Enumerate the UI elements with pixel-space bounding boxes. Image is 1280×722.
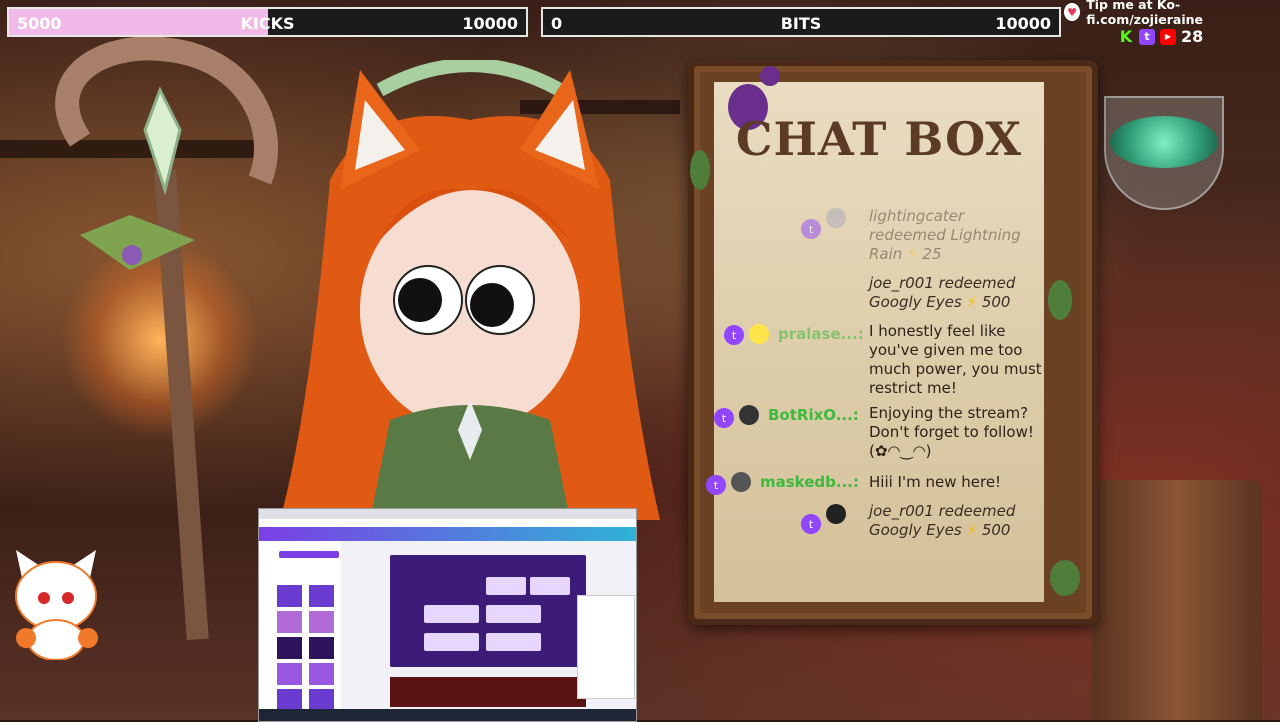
browser-address-bar <box>259 519 636 527</box>
kofi-tip-banner: ♥ Tip me at Ko-fi.com/zojieraine <box>1064 0 1276 27</box>
twitch-badge-icon: t <box>714 408 734 428</box>
green-orbs <box>1110 116 1218 168</box>
screen-share-window <box>258 508 637 722</box>
twitch-badge-icon: t <box>706 475 726 495</box>
redeem-line: joe_r001 redeemed <box>869 502 1016 520</box>
twitch-badge-icon: t <box>724 325 744 345</box>
editor-top-bar <box>259 527 636 541</box>
template-thumbnail <box>309 689 334 711</box>
chat-username: maskedb...: <box>760 473 859 491</box>
template-thumbnail <box>277 663 302 685</box>
chat-message-redeem: joe_r001 redeemed Googly Eyes ⚡ 500 <box>869 274 1015 312</box>
redeem-line: redeemed Lightning <box>869 226 1021 244</box>
redeem-reward: Rain <box>869 245 903 263</box>
redeem-line: lightingcater <box>869 207 965 225</box>
youtube-icon: ▶ <box>1160 28 1176 45</box>
schedule-card <box>530 577 570 595</box>
chat-username: pralase...: <box>778 325 864 343</box>
user-avatar <box>731 472 751 492</box>
kick-icon: K <box>1119 27 1133 46</box>
lightning-icon: ⚡ <box>907 245 918 263</box>
chat-line: much power, you must <box>869 360 1042 378</box>
twitch-badge-icon: t <box>801 514 821 534</box>
schedule-card <box>486 605 541 623</box>
chat-line: Enjoying the stream? <box>869 404 1029 422</box>
viewer-count: 28 <box>1181 27 1204 46</box>
grapes-decoration <box>760 66 780 86</box>
schedule-card <box>424 605 479 623</box>
template-thumbnail <box>277 637 302 659</box>
chat-message-redeem: joe_r001 redeemed Googly Eyes ⚡ 500 <box>869 502 1015 540</box>
fox-mascot-sticker <box>15 550 98 660</box>
user-avatar <box>826 504 846 524</box>
chat-message-redeem: lightingcater redeemed Lightning Rain ⚡ … <box>869 207 1021 264</box>
kicks-goal-label: KICKS <box>240 14 295 33</box>
chat-line: you've given me too <box>869 341 1023 359</box>
sidebar-button <box>279 551 339 558</box>
chat-line: I honestly feel like <box>869 322 1006 340</box>
vine-leaf <box>690 150 710 190</box>
editor-sidebar <box>259 541 341 711</box>
template-thumbnail <box>309 663 334 685</box>
kicks-goal-max: 10000 <box>462 14 518 33</box>
redeem-reward: Googly Eyes <box>869 521 962 539</box>
chat-line: restrict me! <box>869 379 957 397</box>
schedule-card <box>486 577 526 595</box>
viewer-count-widget: K t ▶ 28 <box>1118 27 1203 46</box>
chat-message-text: Hiii I'm new here! <box>869 473 1001 492</box>
chat-message-text: Enjoying the stream? Don't forget to fol… <box>869 404 1034 461</box>
kofi-tip-text: Tip me at Ko-fi.com/zojieraine <box>1086 0 1203 27</box>
bits-goal-bar: 0 BITS 10000 <box>541 7 1061 37</box>
chat-message-text: I honestly feel like you've given me too… <box>869 322 1042 398</box>
lightning-icon: ⚡ <box>966 293 978 311</box>
bits-goal-label: BITS <box>780 14 822 33</box>
user-avatar <box>739 405 759 425</box>
template-thumbnail <box>309 585 334 607</box>
schedule-card <box>424 633 479 651</box>
browser-tab-bar <box>259 509 636 519</box>
template-thumbnail <box>277 689 302 711</box>
template-thumbnail <box>309 637 334 659</box>
chat-line: (✿◠‿◠) <box>869 442 932 460</box>
vtuber-avatar <box>280 60 660 520</box>
user-avatar <box>749 324 769 344</box>
schedule-design-canvas <box>390 555 586 667</box>
schedule-card <box>486 633 541 651</box>
user-avatar <box>826 208 846 228</box>
chatbox-title: CHAT BOX <box>735 112 1023 166</box>
redeem-line: joe_r001 redeemed <box>869 274 1016 292</box>
bits-goal-max: 10000 <box>995 14 1051 33</box>
kicks-goal-bar: 5000 KICKS 10000 <box>7 7 528 37</box>
twitch-badge-icon: t <box>801 219 821 239</box>
windows-taskbar <box>259 709 636 721</box>
kofi-cup-icon: ♥ <box>1064 3 1081 21</box>
template-thumbnail <box>309 611 334 633</box>
template-thumbnail <box>277 585 302 607</box>
redeem-points: 500 <box>981 293 1011 311</box>
vine-leaf <box>1050 560 1080 596</box>
twitch-icon: t <box>1139 28 1155 45</box>
redeem-reward: Googly Eyes <box>869 293 962 311</box>
wooden-barrel <box>1092 480 1262 720</box>
chat-username: BotRixO...: <box>768 406 859 424</box>
chat-line: Don't forget to follow! <box>869 423 1034 441</box>
chat-line: Hiii I'm new here! <box>869 473 1002 491</box>
template-thumbnail <box>277 611 302 633</box>
redeem-points: 500 <box>981 521 1011 539</box>
context-menu <box>577 595 635 699</box>
vine-leaf <box>1048 280 1072 320</box>
redeem-points: 25 <box>922 245 942 263</box>
lightning-icon: ⚡ <box>966 521 978 539</box>
schedule-design-page-2 <box>390 677 586 707</box>
